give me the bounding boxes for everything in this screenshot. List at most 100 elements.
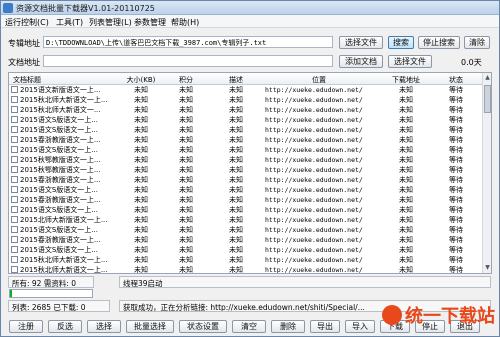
table-row[interactable]: 2015秋北师大新语文一上... 未知 未知 未知 http://xueke.edudo… [9, 255, 483, 265]
cell-desc: 未知 [229, 186, 243, 194]
cell-desc: 未知 [229, 156, 243, 164]
table-row[interactable]: 2015秋鄂教版语文一上... 未知 未知 未知 http://xueke.edudow… [9, 155, 483, 165]
cell-dl: 未知 [399, 146, 413, 154]
scrollbar-thumb[interactable] [484, 85, 491, 113]
header-description[interactable]: 描述 [221, 75, 251, 85]
clear-list-button[interactable]: 清空 [232, 320, 266, 333]
row-checkbox[interactable] [11, 206, 18, 213]
table-row[interactable]: 2015秋鄂教版语文一上... 未知 未知 未知 http://xueke.edudow… [9, 165, 483, 175]
menu-help[interactable]: 帮助(H) [171, 17, 199, 28]
cell-size: 未知 [134, 226, 148, 234]
table-row[interactable]: 2015语文S版语文一上... 未知 未知 未知 http://xueke.edudow… [9, 225, 483, 235]
row-checkbox[interactable] [11, 216, 18, 223]
select-file-button[interactable]: 选择文件 [339, 36, 383, 49]
search-button[interactable]: 搜索 [388, 36, 414, 49]
table-row[interactable]: 2015北师大新版语文一上... 未知 未知 未知 http://xueke.edudo… [9, 215, 483, 225]
table-row[interactable]: 2015语文S版语文一上... 未知 未知 未知 http://xueke.edudow… [9, 145, 483, 155]
cell-dl: 未知 [399, 216, 413, 224]
table-row[interactable]: 2015语文S版语文一上... 未知 未知 未知 http://xueke.edudow… [9, 185, 483, 195]
header-score[interactable]: 积分 [171, 75, 201, 85]
table-row[interactable]: 2015语文S版语文一上... 未知 未知 未知 http://xueke.edudow… [9, 205, 483, 215]
scroll-down-icon[interactable]: ▼ [484, 264, 491, 272]
row-checkbox[interactable] [11, 86, 18, 93]
table-row[interactable]: 2015春浙教版语文一上... 未知 未知 未知 http://xueke.edudow… [9, 195, 483, 205]
row-checkbox[interactable] [11, 176, 18, 183]
table-row[interactable]: 2015语文新版语文一上... 未知 未知 未知 http://xueke.edudow… [9, 85, 483, 95]
cell-size: 未知 [134, 176, 148, 184]
cell-status: 等待 [449, 176, 463, 184]
cell-score: 未知 [179, 246, 193, 254]
table-row[interactable]: 2015秋北师大新语文一上... 未知 未知 未知 http://xueke.edudo… [9, 95, 483, 105]
cell-url: http://xueke.edudown.net/ [265, 106, 363, 114]
row-checkbox[interactable] [11, 246, 18, 253]
table-scrollbar[interactable]: ▲ ▼ [482, 73, 491, 273]
row-checkbox[interactable] [11, 126, 18, 133]
cell-score: 未知 [179, 136, 193, 144]
status-settings-button[interactable]: 状态设置 [179, 320, 227, 333]
row-checkbox[interactable] [11, 226, 18, 233]
app-icon [3, 3, 13, 13]
export-button[interactable]: 导出 [310, 320, 340, 333]
table-row[interactable]: 2015秋北师大新语文一上... 未知 未知 未知 http://xueke.edudo… [9, 265, 483, 274]
table-row[interactable]: 2015秋北师大新语文一... 未知 未知 未知 http://xueke.edudow… [9, 105, 483, 115]
table-row[interactable]: 2015春浙教版语文一上... 未知 未知 未知 http://xueke.edudow… [9, 135, 483, 145]
register-button[interactable]: 注册 [9, 320, 43, 333]
menu-params[interactable]: 参数管理 [134, 17, 166, 28]
select-file-button-2[interactable]: 选择文件 [388, 55, 432, 68]
invert-selection-button[interactable]: 反选 [48, 320, 82, 333]
cell-score: 未知 [179, 196, 193, 204]
header-download-url[interactable]: 下载地址 [381, 75, 431, 85]
row-checkbox[interactable] [11, 266, 18, 273]
doc-address-input[interactable] [43, 55, 333, 67]
list-address-input[interactable]: D:\TDDOWNLOAD\上传\道客巴巴文档下载_3987.com\专辑列子.… [43, 36, 333, 48]
row-checkbox[interactable] [11, 236, 18, 243]
table-row[interactable]: 2015春浙教版语文一上... 未知 未知 未知 http://xueke.edudow… [9, 235, 483, 245]
row-checkbox[interactable] [11, 196, 18, 203]
row-checkbox[interactable] [11, 156, 18, 163]
header-location[interactable]: 位置 [279, 75, 359, 85]
watermark-text: 统一下载站 [405, 306, 495, 327]
table-row[interactable]: 2015语文S版语文一上... 未知 未知 未知 http://xueke.edudow… [9, 245, 483, 255]
cell-status: 等待 [449, 166, 463, 174]
row-checkbox[interactable] [11, 106, 18, 113]
header-size[interactable]: 大小(KB) [119, 75, 163, 85]
menu-tools[interactable]: 工具(T) [56, 17, 83, 28]
table-row[interactable]: 2015语文S版语文一上... 未知 未知 未知 http://xueke.edudow… [9, 115, 483, 125]
cell-desc: 未知 [229, 96, 243, 104]
total-status: 所有: 92 需资料: 0 [8, 276, 94, 288]
table-row[interactable]: 2015春浙教版语文一上... 未知 未知 未知 http://xueke.edudow… [9, 175, 483, 185]
row-checkbox[interactable] [11, 116, 18, 123]
add-document-button[interactable]: 添加文档 [339, 55, 383, 68]
cell-dl: 未知 [399, 246, 413, 254]
cell-title: 2015秋北师大新语文一上... [20, 266, 108, 274]
cell-title: 2015春浙教版语文一上... [20, 176, 101, 184]
cell-title: 2015秋鄂教版语文一上... [20, 156, 101, 164]
cell-title: 2015春浙教版语文一上... [20, 236, 101, 244]
cell-size: 未知 [134, 116, 148, 124]
row-checkbox[interactable] [11, 256, 18, 263]
delete-button[interactable]: 删除 [271, 320, 305, 333]
window-title: 资源文档批量下载器V1.01-20110725 [16, 4, 155, 13]
clear-button[interactable]: 清除 [464, 36, 490, 49]
row-checkbox[interactable] [11, 166, 18, 173]
cell-status: 等待 [449, 146, 463, 154]
row-checkbox[interactable] [11, 186, 18, 193]
batch-select-button[interactable]: 批量选择 [126, 320, 174, 333]
header-status[interactable]: 状态 [441, 75, 471, 85]
import-button[interactable]: 导入 [345, 320, 375, 333]
row-checkbox[interactable] [11, 96, 18, 103]
stop-search-button[interactable]: 停止搜索 [418, 36, 460, 49]
row-checkbox[interactable] [11, 136, 18, 143]
header-title[interactable]: 文档标题 [13, 75, 41, 85]
cell-desc: 未知 [229, 136, 243, 144]
cell-dl: 未知 [399, 176, 413, 184]
scroll-up-icon[interactable]: ▲ [484, 74, 491, 82]
cell-url: http://xueke.edudown.net/ [265, 196, 363, 204]
progress-bar [9, 289, 93, 298]
menu-list-manage[interactable]: 列表管理(L) [89, 17, 132, 28]
select-button[interactable]: 选择 [87, 320, 121, 333]
menu-run-control[interactable]: 运行控制(C) [5, 17, 49, 28]
row-checkbox[interactable] [11, 146, 18, 153]
table-row[interactable]: 2015语文S版语文一上... 未知 未知 未知 http://xueke.edudow… [9, 125, 483, 135]
cell-size: 未知 [134, 186, 148, 194]
